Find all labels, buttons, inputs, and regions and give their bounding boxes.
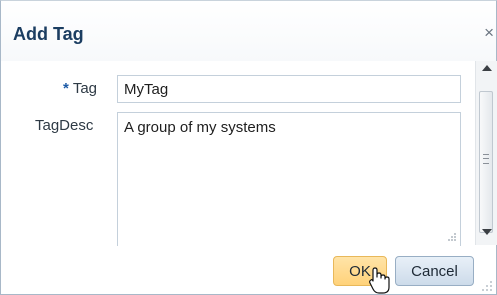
dialog-title: Add Tag [13,24,84,44]
tagdesc-label: TagDesc [35,117,94,134]
dialog-resize-grip[interactable] [481,280,493,295]
required-marker: * [63,80,69,97]
resize-dots-icon [482,281,492,291]
thumb-grip-icon [483,154,489,164]
textarea-resize-grip[interactable] [447,232,457,242]
tag-label-text: Tag [72,80,98,97]
vertical-scrollbar[interactable] [475,61,497,245]
chevron-up-icon[interactable] [482,65,492,71]
add-tag-dialog: Add Tag × *Tag TagDesc A group of my sys… [0,0,497,295]
tag-input[interactable] [117,75,461,103]
chevron-down-icon[interactable] [482,229,492,235]
resize-dots-icon [448,233,456,241]
close-icon[interactable]: × [484,23,494,43]
tagdesc-textarea[interactable]: A group of my systems [117,112,461,246]
tag-label: * Tag [63,80,97,97]
mouse-pointer-icon [369,267,390,294]
dialog-titlebar: Add Tag × [1,1,496,61]
cancel-button[interactable]: Cancel [395,256,474,286]
scrollbar-thumb[interactable] [479,91,493,233]
